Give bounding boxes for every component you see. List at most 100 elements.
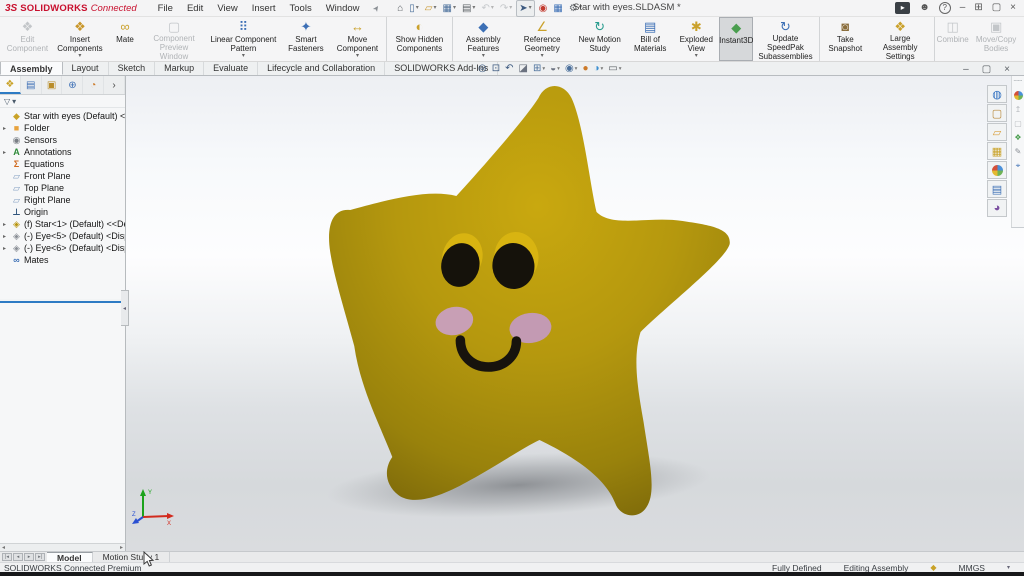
- menu-insert[interactable]: Insert: [245, 2, 283, 15]
- taskpane-file-explorer-tab[interactable]: ▱: [987, 123, 1007, 141]
- compass-icon[interactable]: [1014, 91, 1023, 100]
- panel-splitter-handle[interactable]: ◂: [121, 290, 129, 326]
- tree-item-eye6-part[interactable]: ▸ ◈ (-) Eye<6> (Default) <Display Stat: [0, 242, 125, 254]
- tab-lifecycle-collaboration[interactable]: Lifecycle and Collaboration: [258, 61, 385, 75]
- ribbon-take-snapshot[interactable]: ◙ Take Snapshot: [819, 17, 868, 61]
- tree-expander-icon[interactable]: ▸: [3, 149, 11, 156]
- taskpane-design-library-tab[interactable]: ▦: [987, 142, 1007, 160]
- tree-item-star-part[interactable]: ▸ ◈ (f) Star<1> (Default) <<Default>_: [0, 218, 125, 230]
- undo-icon[interactable]: ↶▾: [479, 1, 495, 16]
- tab-layout[interactable]: Layout: [63, 61, 109, 75]
- taskpane-scenes-tab[interactable]: ◕: [987, 199, 1007, 217]
- tree-item-mates[interactable]: ∞ Mates: [0, 254, 125, 266]
- ribbon-move-copy-bodies[interactable]: ▣ Move/Copy Bodies: [968, 17, 1024, 61]
- tab-markup[interactable]: Markup: [155, 61, 204, 75]
- panel-tab-overflow[interactable]: ›: [104, 76, 125, 94]
- performance-pipeline-icon[interactable]: ◉: [537, 1, 550, 16]
- dimxpertmanager-tab[interactable]: ⊕: [62, 76, 83, 94]
- view-orientation-icon[interactable]: ⊞▾: [533, 63, 545, 75]
- open-icon[interactable]: ▱▾: [423, 1, 439, 16]
- ribbon-reference-geometry[interactable]: ∠ Reference Geometry ▾: [512, 17, 573, 61]
- ribbon-large-assembly-settings[interactable]: ❖ Large Assembly Settings: [868, 17, 932, 61]
- tree-filter-row[interactable]: ▽ ▾: [0, 95, 125, 108]
- section-view-icon[interactable]: ◪: [519, 63, 528, 75]
- home-icon[interactable]: ⌂: [395, 1, 405, 16]
- search-launcher-icon[interactable]: ▸: [895, 2, 910, 14]
- menu-file[interactable]: File: [151, 2, 180, 15]
- ribbon-instant3d[interactable]: ◆ Instant3D: [719, 17, 753, 61]
- modeltab-scroll-next[interactable]: ▸: [24, 553, 34, 561]
- ribbon-move-component[interactable]: ↔ Move Component ▾: [331, 17, 384, 61]
- account-icon[interactable]: ☻: [919, 1, 930, 15]
- menu-view[interactable]: View: [210, 2, 244, 15]
- tree-item-front-plane[interactable]: ▱ Front Plane: [0, 170, 125, 182]
- tree-expander-icon[interactable]: ▸: [3, 221, 11, 228]
- units-label[interactable]: MMGS: [959, 563, 985, 573]
- redo-icon[interactable]: ↷▾: [498, 1, 514, 16]
- doc-close-icon[interactable]: ×: [1004, 64, 1010, 75]
- edit-appearance-icon[interactable]: ●: [582, 63, 588, 75]
- featuremanager-tree-tab[interactable]: ❖: [0, 76, 21, 94]
- tree-item-folder[interactable]: ▸ ■ Folder: [0, 122, 125, 134]
- tree-expander-icon[interactable]: ▸: [3, 125, 11, 132]
- markup-pen-icon[interactable]: ✎: [1015, 147, 1022, 156]
- previous-view-icon[interactable]: ↶: [505, 63, 513, 75]
- tree-expander-icon[interactable]: ▸: [3, 245, 11, 252]
- scroll-left-icon[interactable]: ◂: [2, 544, 5, 551]
- doc-restore-icon[interactable]: ▢: [982, 64, 991, 75]
- tree-item-root-assembly[interactable]: ◆ Star with eyes (Default) <Display Stat…: [0, 110, 125, 122]
- apply-scene-icon[interactable]: ◑▾: [593, 63, 603, 75]
- ribbon-mate[interactable]: ∞ Mate: [108, 17, 142, 61]
- ribbon-update-speedpak[interactable]: ↻ Update SpeedPak Subassemblies: [753, 17, 817, 61]
- window-tile-icon[interactable]: ⊞: [974, 1, 982, 15]
- lifecycle-icon[interactable]: ❖: [1014, 133, 1021, 142]
- taskpane-marketplace-tab[interactable]: ▢: [987, 104, 1007, 122]
- tab-model[interactable]: Model: [47, 552, 93, 562]
- doc-minimize-icon[interactable]: –: [963, 64, 969, 75]
- help-icon[interactable]: ?: [939, 2, 951, 14]
- ribbon-linear-component-pattern[interactable]: ⠿ Linear Component Pattern ▾: [206, 17, 281, 61]
- viewport-canvas[interactable]: Y X Z ◍▢▱▦▤◕ ┄┄↥▢❖✎⌖: [126, 76, 1024, 551]
- select-arrow-icon[interactable]: ➤▾: [516, 0, 534, 17]
- ribbon-smart-fasteners[interactable]: ✦ Smart Fasteners: [281, 17, 331, 61]
- taskpane-3dexperience-tab[interactable]: ◍: [987, 85, 1007, 103]
- tree-item-top-plane[interactable]: ▱ Top Plane: [0, 182, 125, 194]
- propertymanager-tab[interactable]: ▤: [21, 76, 42, 94]
- ribbon-component-preview-window[interactable]: ▢ Component Preview Window: [142, 17, 206, 61]
- star-model-body[interactable]: [329, 86, 730, 515]
- view-settings-icon[interactable]: ▭▾: [608, 63, 621, 75]
- status-tag-icon[interactable]: ◆: [930, 563, 936, 572]
- display-style-icon[interactable]: ◒▾: [550, 63, 560, 75]
- panel-horizontal-scrollbar[interactable]: ◂ ▸: [0, 543, 125, 551]
- center-target-icon[interactable]: ⌖: [1016, 161, 1021, 170]
- ribbon-assembly-features[interactable]: ◆ Assembly Features ▾: [452, 17, 512, 61]
- print-icon[interactable]: ▤▾: [460, 1, 477, 16]
- hide-show-items-icon[interactable]: ◉▾: [565, 63, 578, 75]
- tab-evaluate[interactable]: Evaluate: [204, 61, 258, 75]
- window-minimize-icon[interactable]: –: [960, 1, 966, 15]
- modeltab-scroll-prev[interactable]: ◂: [13, 553, 23, 561]
- tree-item-sensors[interactable]: ◉ Sensors: [0, 134, 125, 146]
- pin-menubar-icon[interactable]: ➤: [370, 3, 381, 14]
- save-icon[interactable]: ▦▾: [441, 1, 458, 16]
- tree-item-annotations[interactable]: ▸ A Annotations: [0, 146, 125, 158]
- new-document-icon[interactable]: ▯▾: [407, 1, 421, 16]
- tree-item-equations[interactable]: Σ Equations: [0, 158, 125, 170]
- export-icon[interactable]: ▢: [1014, 119, 1022, 128]
- ribbon-show-hidden-components[interactable]: ◐ Show Hidden Components: [386, 17, 450, 61]
- zoom-to-area-icon[interactable]: ⊡: [492, 63, 500, 75]
- ribbon-insert-components[interactable]: ❖ Insert Components ▾: [52, 17, 108, 61]
- tree-item-right-plane[interactable]: ▱ Right Plane: [0, 194, 125, 206]
- options-table-icon[interactable]: ▦: [551, 1, 564, 16]
- modeltab-scroll-first[interactable]: |◂: [2, 553, 12, 561]
- ribbon-bill-of-materials[interactable]: ▤ Bill of Materials: [627, 17, 674, 61]
- tree-item-origin[interactable]: ⊥ Origin: [0, 206, 125, 218]
- taskpane-custom-properties-tab[interactable]: ▤: [987, 180, 1007, 198]
- tree-item-eye5-part[interactable]: ▸ ◈ (-) Eye<5> (Default) <Display Stat: [0, 230, 125, 242]
- menu-window[interactable]: Window: [319, 2, 367, 15]
- taskpane-appearances-tab[interactable]: [987, 161, 1007, 179]
- modeltab-scroll-last[interactable]: ▸|: [35, 553, 45, 561]
- scroll-right-icon[interactable]: ▸: [120, 544, 123, 551]
- menu-tools[interactable]: Tools: [283, 2, 319, 15]
- tab-sketch[interactable]: Sketch: [109, 61, 156, 75]
